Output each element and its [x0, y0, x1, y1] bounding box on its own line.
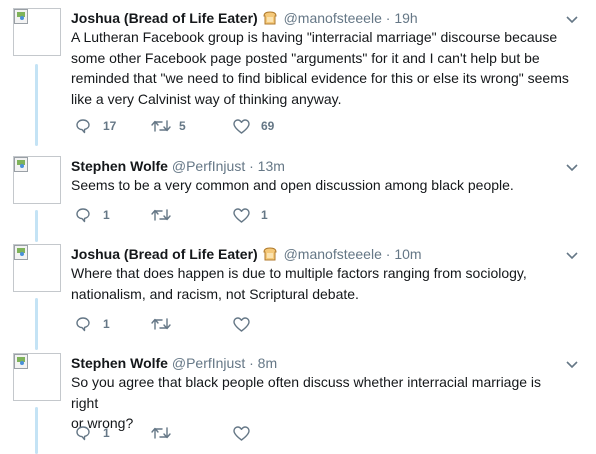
tweet-text-line: like a very Calvinist way of thinking an… — [71, 90, 342, 107]
user-handle[interactable]: @PerfInjust — [172, 355, 245, 371]
tweet-actions: 1 1 — [71, 205, 331, 225]
broken-image-icon — [14, 245, 28, 260]
user-handle[interactable]: @manofsteeele — [284, 10, 382, 26]
tweet-header: Stephen Wolfe @PerfInjust · 8m — [71, 353, 566, 373]
display-name[interactable]: Joshua (Bread of Life Eater) — [71, 246, 258, 262]
tweet-text-line: Seems to be a very common and open discu… — [71, 177, 514, 193]
separator-dot: · — [249, 355, 254, 371]
retweet-button[interactable]: 5 — [151, 116, 186, 136]
retweet-count: 5 — [179, 119, 186, 133]
reply-icon — [76, 317, 90, 332]
reply-button[interactable]: 1 — [75, 314, 110, 334]
reply-count: 1 — [103, 426, 110, 440]
retweet-button[interactable] — [151, 205, 171, 225]
tweet[interactable]: Stephen Wolfe @PerfInjust · 8m So you ag… — [0, 353, 596, 454]
tweet-header: Joshua (Bread of Life Eater) @manofsteee… — [71, 244, 566, 264]
tweet-actions: 1 — [71, 314, 331, 334]
chevron-down-icon[interactable] — [566, 252, 578, 262]
display-name[interactable]: Stephen Wolfe — [71, 158, 168, 174]
retweet-icon — [151, 209, 171, 221]
avatar[interactable] — [13, 8, 61, 56]
reply-icon — [76, 208, 90, 223]
like-button[interactable] — [233, 314, 250, 334]
reply-button[interactable]: 1 — [75, 423, 110, 443]
tweet-actions: 17 5 69 — [71, 116, 331, 136]
timestamp[interactable]: 8m — [258, 355, 277, 371]
tweet-text-line: some other Facebook page posted "argumen… — [71, 49, 540, 66]
like-button[interactable] — [233, 423, 250, 443]
retweet-button[interactable] — [151, 314, 171, 334]
timestamp[interactable]: 13m — [258, 158, 285, 174]
tweet-text-line: reminded that "we need to find biblical … — [71, 70, 569, 86]
user-handle[interactable]: @manofsteeele — [284, 246, 382, 262]
tweet-header: Stephen Wolfe @PerfInjust · 13m — [71, 156, 566, 176]
avatar[interactable] — [13, 156, 61, 204]
heart-icon — [233, 207, 250, 223]
heart-icon — [233, 118, 250, 134]
like-count: 1 — [261, 208, 268, 222]
tweet[interactable]: Joshua (Bread of Life Eater) @manofsteee… — [0, 8, 596, 148]
bread-icon — [262, 246, 278, 261]
thread-connector — [35, 64, 38, 146]
display-name[interactable]: Stephen Wolfe — [71, 355, 168, 371]
reply-count: 17 — [103, 119, 117, 133]
broken-image-icon — [14, 157, 28, 172]
reply-icon — [76, 426, 90, 441]
timestamp[interactable]: 19h — [394, 10, 417, 26]
tweet[interactable]: Stephen Wolfe @PerfInjust · 13m Seems to… — [0, 156, 596, 242]
tweet-text-line: So you agree that black people often dis… — [71, 374, 542, 411]
timestamp[interactable]: 10m — [394, 246, 421, 262]
like-count: 69 — [261, 119, 275, 133]
thread-connector — [35, 407, 38, 454]
tweet-text: Seems to be a very common and open discu… — [71, 175, 571, 196]
bread-icon — [262, 10, 278, 25]
separator-dot: · — [385, 10, 391, 26]
broken-image-icon — [14, 354, 28, 369]
retweet-icon — [151, 427, 171, 439]
tweet-header: Joshua (Bread of Life Eater) @manofsteee… — [71, 8, 566, 28]
reply-icon — [76, 119, 90, 134]
chevron-down-icon[interactable] — [566, 16, 578, 26]
heart-icon — [233, 316, 250, 332]
retweet-button[interactable] — [151, 423, 171, 443]
user-handle[interactable]: @PerfInjust — [172, 158, 245, 174]
thread-connector — [35, 298, 38, 350]
avatar[interactable] — [13, 244, 61, 292]
avatar[interactable] — [13, 353, 61, 401]
separator-dot: · — [385, 246, 391, 262]
retweet-icon — [151, 318, 171, 330]
broken-image-icon — [14, 9, 28, 24]
tweet-text-line: Where that does happen is due to multipl… — [71, 265, 527, 281]
tweet-text-line: A Lutheran Facebook group is having "int… — [71, 29, 558, 45]
reply-count: 1 — [103, 208, 110, 222]
tweet-text: Where that does happen is due to multipl… — [71, 263, 571, 304]
thread-connector — [35, 210, 38, 242]
reply-button[interactable]: 1 — [75, 205, 110, 225]
display-name[interactable]: Joshua (Bread of Life Eater) — [71, 10, 258, 26]
tweet-text-line: nationalism, and racism, not Scriptural … — [71, 285, 359, 302]
tweet-text: A Lutheran Facebook group is having "int… — [71, 27, 571, 109]
reply-button[interactable]: 17 — [75, 116, 116, 136]
retweet-icon — [151, 120, 171, 132]
heart-icon — [233, 425, 250, 441]
tweet[interactable]: Joshua (Bread of Life Eater) @manofsteee… — [0, 244, 596, 350]
separator-dot: · — [249, 158, 254, 174]
conversation-thread: Joshua (Bread of Life Eater) @manofsteee… — [0, 0, 596, 454]
chevron-down-icon[interactable] — [566, 164, 578, 174]
tweet-actions: 1 — [71, 423, 331, 443]
chevron-down-icon[interactable] — [566, 361, 578, 371]
reply-count: 1 — [103, 317, 110, 331]
like-button[interactable]: 69 — [233, 116, 274, 136]
like-button[interactable]: 1 — [233, 205, 268, 225]
